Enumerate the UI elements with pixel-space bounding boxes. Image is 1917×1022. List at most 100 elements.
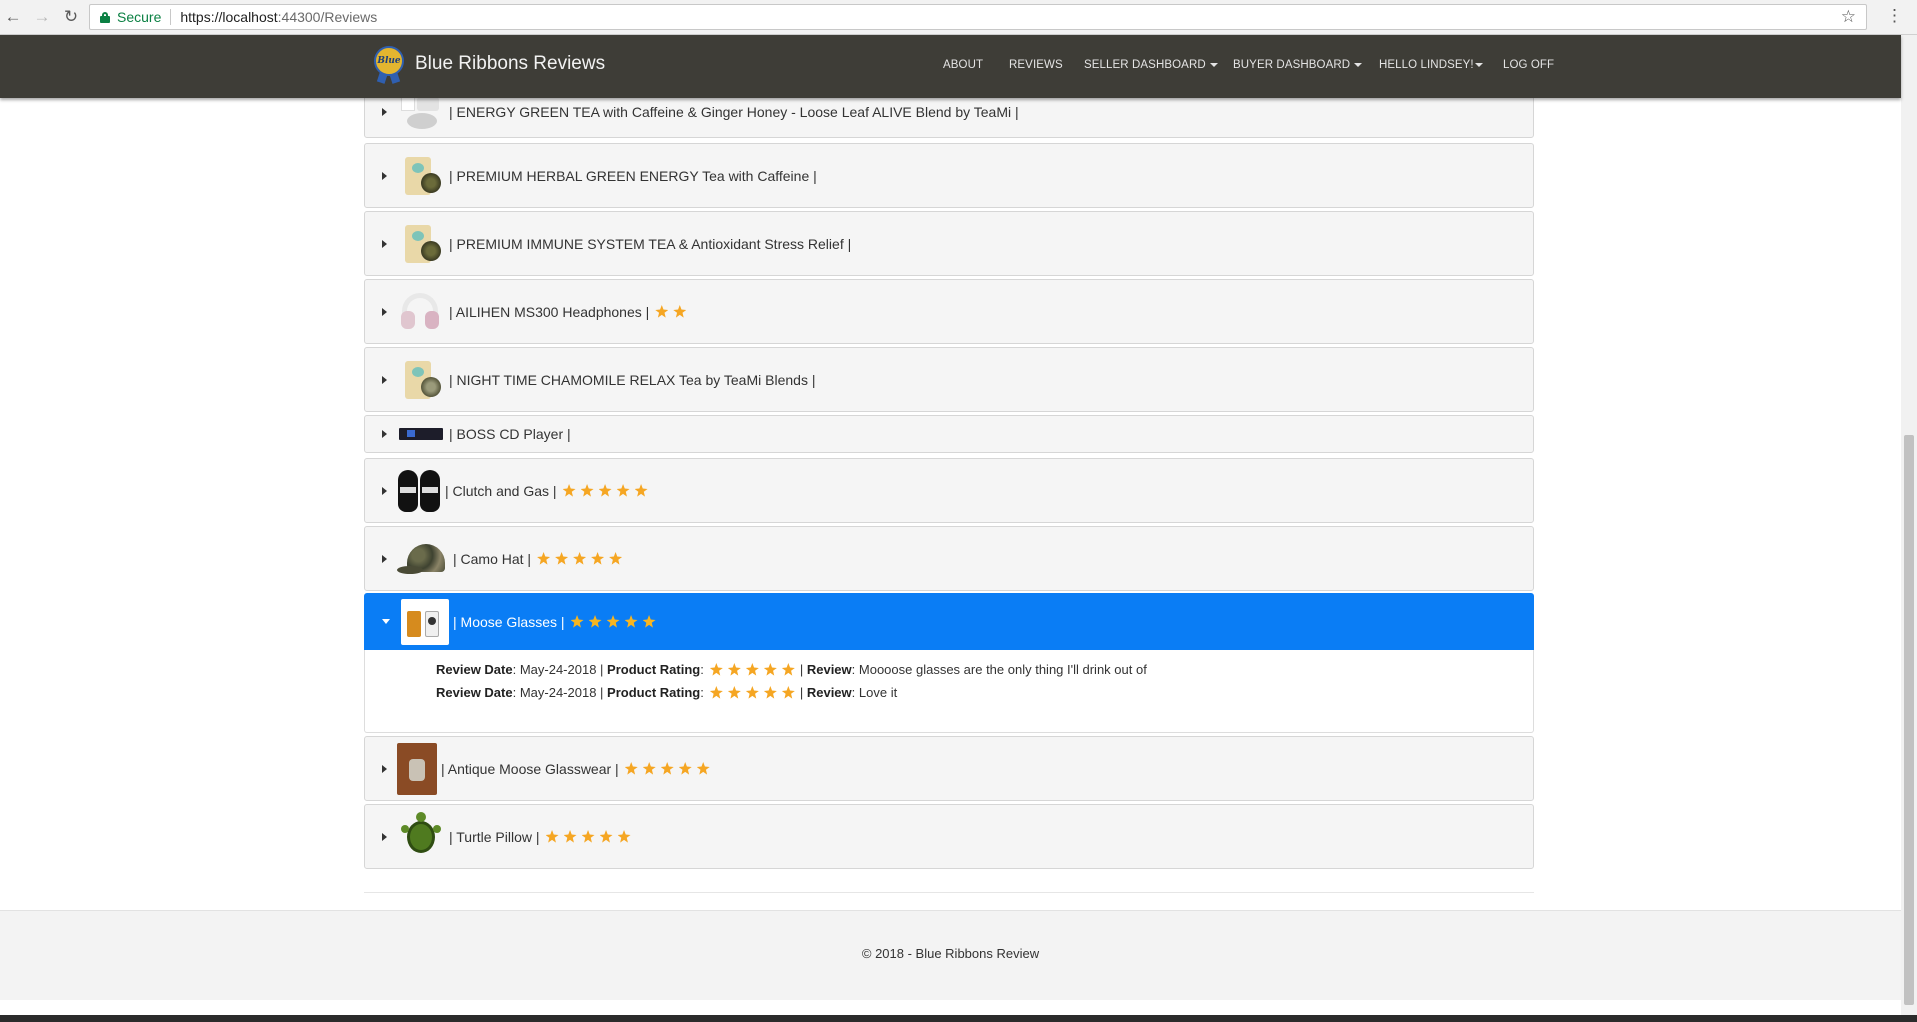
product-thumbnail-tea-bag [397,221,445,267]
review-entry: Review Date: May-24-2018 | Product Ratin… [436,685,898,700]
url-host: https://localhost [180,9,278,25]
product-row[interactable]: | PREMIUM IMMUNE SYSTEM TEA & Antioxidan… [364,211,1534,276]
product-row[interactable]: | Clutch and Gas | [364,458,1534,523]
review-details: Review Date: May-24-2018 | Product Ratin… [364,650,1534,733]
address-separator [170,9,172,25]
bookmark-star-icon[interactable]: ☆ [1841,7,1856,27]
expand-arrow-icon[interactable] [382,108,387,116]
product-row[interactable]: | NIGHT TIME CHAMOMILE RELAX Tea by TeaM… [364,347,1534,412]
star-icon [591,552,605,565]
review-label: Review [806,662,852,677]
product-title: | AILIHEN MS300 Headphones | [449,303,650,320]
expand-arrow-icon[interactable] [382,307,387,316]
brand-link[interactable]: Blue Blue Ribbons Reviews [370,44,605,84]
star-icon [563,830,577,843]
product-row[interactable]: | BOSS CD Player | [364,415,1534,453]
collapse-arrow-icon[interactable] [382,619,390,624]
nav-seller-dashboard[interactable]: SELLER DASHBOARD [1084,59,1218,71]
star-icon [634,484,648,497]
product-row[interactable]: | Camo Hat | [364,526,1534,591]
star-icon [537,552,551,565]
star-icon [642,615,656,628]
star-icon [588,615,602,628]
star-icon [573,552,587,565]
star-icon [763,663,777,676]
star-icon [581,830,595,843]
product-row[interactable]: | Antique Moose Glasswear | [364,736,1534,801]
nav-log-off[interactable]: LOG OFF [1503,59,1554,71]
caret-down-icon [1209,62,1218,67]
product-title: | Moose Glasses | [453,613,565,630]
nav-buyer-dashboard[interactable]: BUYER DASHBOARD [1233,59,1363,71]
product-thumbnail-camo-hat [397,536,449,582]
review-text: Love it [858,685,898,700]
product-thumbnail-moose-glasses [401,598,449,645]
star-icon [555,552,569,565]
product-title: | Camo Hat | [453,550,532,567]
product-thumbnail-socks [397,468,441,514]
review-rating-stars [709,663,800,676]
address-bar[interactable]: Secure https://localhost:44300/Reviews ☆ [89,4,1867,30]
star-icon [598,484,612,497]
review-entry: Review Date: May-24-2018 | Product Ratin… [436,662,1147,677]
star-icon [727,686,741,699]
lock-icon [100,11,110,23]
product-rating-label: Product Rating [607,662,701,677]
expand-arrow-icon[interactable] [382,554,387,563]
star-icon [781,686,795,699]
nav-about[interactable]: ABOUT [943,59,983,71]
nav-reviews[interactable]: REVIEWS [1009,59,1063,71]
nav-buyer-label: BUYER DASHBOARD [1233,59,1351,71]
expand-arrow-icon[interactable] [382,430,387,438]
nav-user-menu[interactable]: HELLO LINDSEY! [1379,59,1483,71]
star-icon [745,686,759,699]
product-rating-label: Product Rating [607,685,701,700]
product-title: | PREMIUM HERBAL GREEN ENERGY Tea with C… [449,167,817,184]
secure-label: Secure [117,9,162,25]
blue-ribbon-logo-icon: Blue [370,44,408,84]
product-title: | PREMIUM IMMUNE SYSTEM TEA & Antioxidan… [449,235,852,252]
product-thumbnail-turtle [397,811,445,863]
back-arrow-icon[interactable]: ← [2,6,24,28]
product-title: | BOSS CD Player | [449,426,571,442]
product-title: | Clutch and Gas | [445,482,557,499]
rating-stars [562,484,653,497]
expand-arrow-icon[interactable] [382,239,387,248]
url-text[interactable]: https://localhost:44300/Reviews [180,9,377,25]
reload-icon[interactable]: ↻ [60,6,82,28]
star-icon [570,615,584,628]
star-icon [709,686,723,699]
star-icon [545,830,559,843]
expand-arrow-icon[interactable] [382,764,387,773]
review-label: Review [806,685,852,700]
star-icon [562,484,576,497]
rating-stars [624,762,715,775]
product-row[interactable]: | AILIHEN MS300 Headphones | [364,279,1534,344]
caret-down-icon [1354,62,1363,67]
product-title: | Turtle Pillow | [449,828,540,845]
expand-arrow-icon[interactable] [382,486,387,495]
scrollbar-thumb[interactable] [1904,435,1914,1005]
rating-stars [537,552,627,565]
browser-menu-icon[interactable]: ⋮ [1886,6,1903,26]
product-thumbnail-tea-bag [397,357,445,403]
product-row[interactable]: | Turtle Pillow | [364,804,1534,869]
review-date: May-24-2018 [519,685,597,700]
content-divider [364,892,1534,893]
expand-arrow-icon[interactable] [382,832,387,841]
forward-arrow-icon[interactable]: → [31,6,53,28]
product-thumbnail-antique-glass [397,742,437,795]
expand-arrow-icon[interactable] [382,171,387,180]
product-row-expanded[interactable]: | Moose Glasses | [364,593,1534,650]
star-icon [660,762,674,775]
review-date-label: Review Date [436,685,513,700]
expand-arrow-icon[interactable] [382,375,387,384]
star-icon [709,663,723,676]
site-footer: © 2018 - Blue Ribbons Review [0,910,1901,1000]
product-title: | ENERGY GREEN TEA with Caffeine & Ginge… [449,104,1019,120]
logo-text: Blue [374,46,404,76]
product-row[interactable]: | PREMIUM HERBAL GREEN ENERGY Tea with C… [364,143,1534,208]
star-icon [696,762,710,775]
review-rating-stars [709,686,800,699]
page-scrollbar[interactable] [1901,35,1917,1022]
